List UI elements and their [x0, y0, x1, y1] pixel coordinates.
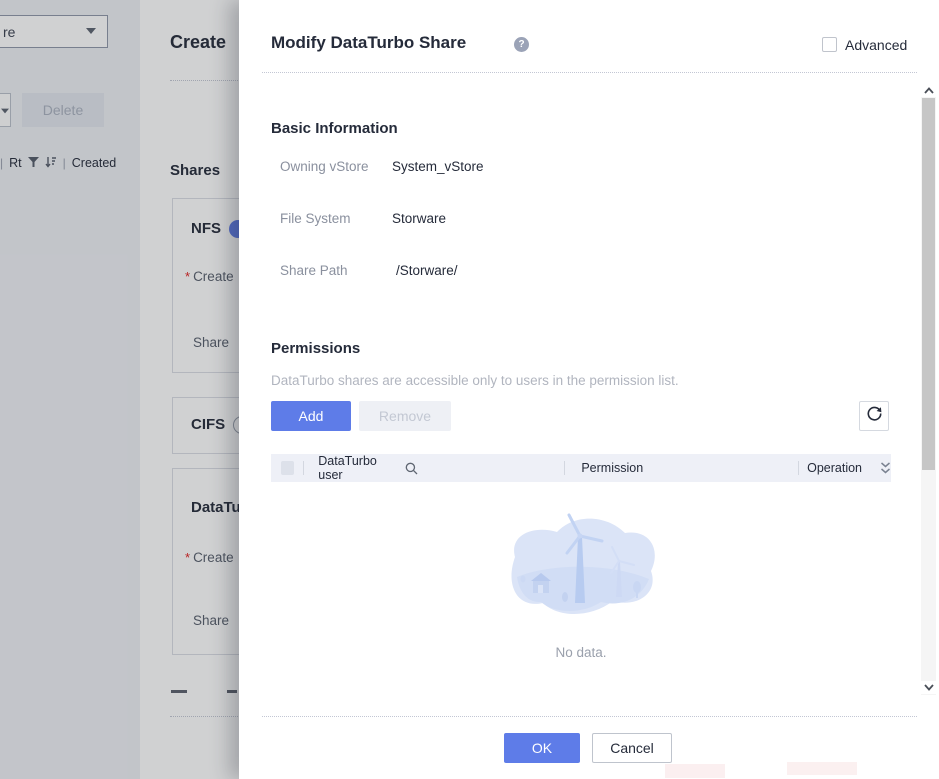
select-all-checkbox[interactable] — [281, 461, 294, 475]
scrollbar-up-arrow[interactable] — [921, 84, 936, 97]
scrollbar-down-arrow[interactable] — [921, 681, 936, 694]
empty-state — [271, 505, 891, 630]
column-header-operation[interactable]: Operation — [807, 461, 862, 475]
ok-button[interactable]: OK — [504, 733, 580, 763]
remove-button[interactable]: Remove — [359, 401, 451, 431]
column-divider — [564, 461, 565, 475]
advanced-checkbox[interactable] — [822, 37, 837, 52]
drawer-title: Modify DataTurbo Share — [271, 33, 466, 53]
artifact-highlight — [787, 762, 857, 775]
share-path-label: Share Path — [280, 263, 348, 278]
refresh-icon — [866, 405, 883, 427]
file-system-label: File System — [280, 211, 351, 226]
file-system-value: Storware — [392, 211, 446, 226]
permissions-table-header: DataTurbo user Permission Operation — [271, 454, 891, 482]
owning-vstore-value: System_vStore — [392, 159, 484, 174]
permissions-description: DataTurbo shares are accessible only to … — [271, 373, 679, 388]
column-header-dataturbo-user[interactable]: DataTurbo user — [318, 454, 400, 482]
column-divider — [303, 461, 304, 475]
add-button[interactable]: Add — [271, 401, 351, 431]
column-divider — [798, 461, 799, 475]
divider — [262, 716, 917, 717]
wind-turbine-illustration — [501, 612, 661, 629]
artifact-highlight — [665, 764, 725, 778]
divider — [262, 72, 917, 73]
help-icon[interactable]: ? — [514, 37, 529, 52]
share-path-value: /Storware/ — [396, 263, 458, 278]
screen: re Delete | Rt | Created Create Shares — [0, 0, 939, 779]
refresh-button[interactable] — [859, 401, 889, 431]
owning-vstore-label: Owning vStore — [280, 159, 369, 174]
modal-dim-overlay — [0, 0, 239, 779]
cancel-button[interactable]: Cancel — [592, 733, 672, 763]
double-chevron-down-icon[interactable] — [880, 462, 891, 475]
advanced-checkbox-label: Advanced — [845, 37, 907, 53]
modify-dataturbo-share-drawer: Modify DataTurbo Share ? Advanced Basic … — [239, 0, 939, 779]
permissions-heading: Permissions — [271, 340, 360, 357]
search-icon[interactable] — [405, 462, 418, 475]
basic-information-heading: Basic Information — [271, 120, 398, 137]
column-header-permission[interactable]: Permission — [581, 461, 643, 475]
no-data-text: No data. — [271, 645, 891, 660]
scrollbar-thumb[interactable] — [922, 98, 935, 470]
